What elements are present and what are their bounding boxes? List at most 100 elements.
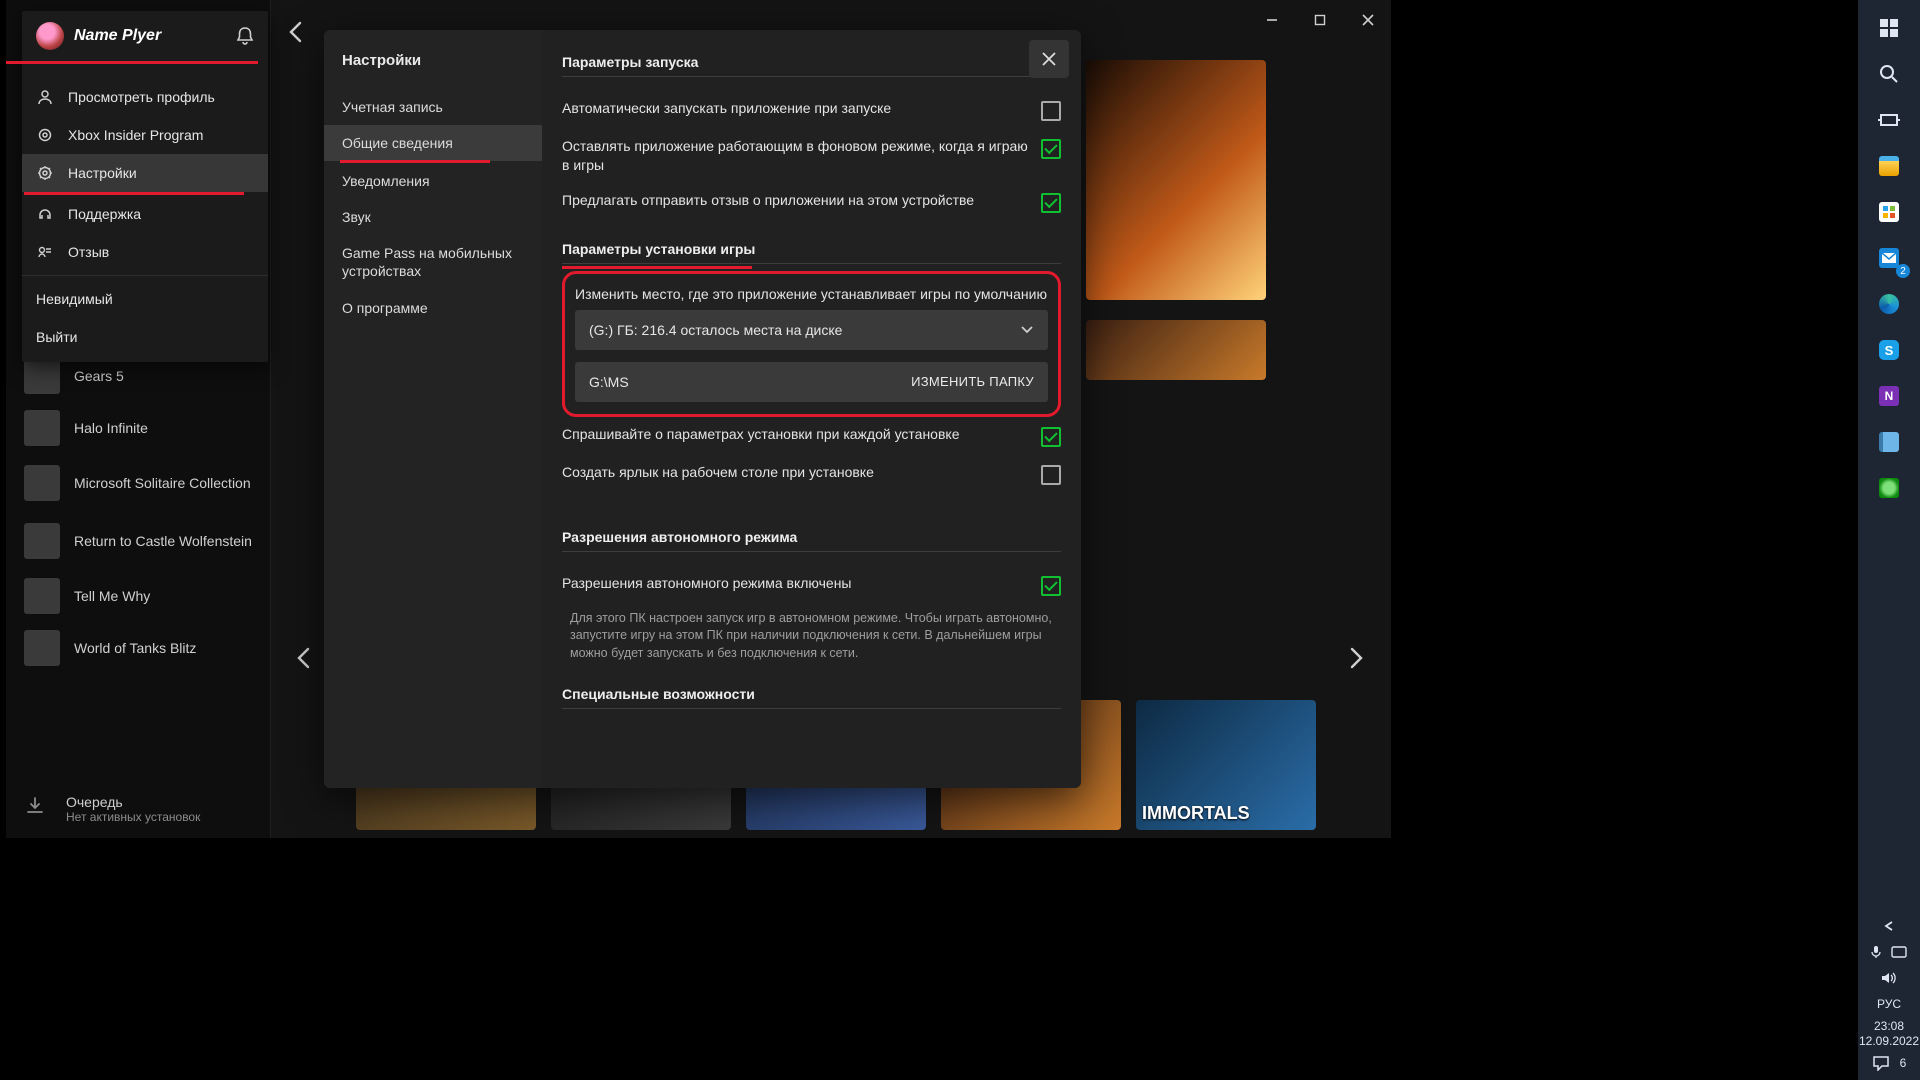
settings-tab-notifications[interactable]: Уведомления [324,163,542,199]
game-thumb [24,465,60,501]
profile-header[interactable]: Name Plyer [22,11,268,61]
settings-tab-about[interactable]: О программе [324,290,542,326]
window-close-button[interactable] [1345,0,1391,40]
sidebar-game-item[interactable]: Microsoft Solitaire Collection [6,454,270,512]
tab-label: Game Pass на мобильных устройствах [342,245,512,279]
annotation-underline [562,266,752,269]
store-tile[interactable] [1086,60,1266,300]
profile-menu-view-profile[interactable]: Просмотреть профиль [22,78,268,116]
taskbar-mail[interactable]: 2 [1866,236,1912,280]
game-label: Halo Infinite [74,420,148,436]
annotation-underline [6,61,258,64]
checkbox-ask-install[interactable] [1041,427,1061,447]
badge-count: 6 [1900,1056,1907,1070]
profile-menu-status[interactable]: Невидимый [22,280,268,318]
bell-icon[interactable] [236,26,254,46]
divider [562,76,1061,77]
taskbar-explorer[interactable] [1866,144,1912,188]
sidebar-game-item[interactable]: World of Tanks Blitz [6,622,270,674]
game-label: Microsoft Solitaire Collection [74,475,251,491]
menu-item-label: Xbox Insider Program [68,127,203,143]
checkbox-background[interactable] [1041,139,1061,159]
task-view-button[interactable] [1866,98,1912,142]
checkbox-feedback[interactable] [1041,193,1061,213]
checkbox-autostart[interactable] [1041,101,1061,121]
store-tile[interactable]: IMMORTALS [1136,700,1316,830]
select-value: (G:) ГБ: 216.4 осталось места на диске [589,322,842,338]
taskbar-onenote[interactable]: N [1866,374,1912,418]
tray-clock[interactable]: 23:08 12.09.2022 [1859,1019,1919,1048]
sidebar-game-item[interactable]: Tell Me Why [6,570,270,622]
person-icon [36,88,54,106]
touch-keyboard-icon [1891,946,1907,958]
game-thumb [24,578,60,614]
divider [562,263,1061,264]
install-path-row: G:\MS ИЗМЕНИТЬ ПАПКУ [575,362,1048,402]
profile-menu-settings[interactable]: Настройки [22,154,268,192]
taskbar-edge[interactable] [1866,282,1912,326]
xbox-app-window: IMMORTALS Gears 5 Halo Infinite Microsof… [6,0,1391,838]
checkbox-shortcut[interactable] [1041,465,1061,485]
carousel-prev-button[interactable] [285,640,321,676]
tray-volume[interactable] [1858,967,1920,989]
chevron-down-icon [1020,325,1034,335]
tab-label: Уведомления [342,173,430,189]
setting-label: Оставлять приложение работающим в фоново… [562,137,1029,175]
menu-item-label: Выйти [36,329,77,345]
sidebar-game-item[interactable]: Return to Castle Wolfenstein [6,512,270,570]
settings-modal: Настройки Учетная запись Общие сведения … [324,30,1081,788]
game-thumb [24,410,60,446]
start-button[interactable] [1866,6,1912,50]
settings-tab-sound[interactable]: Звук [324,199,542,235]
carousel-next-button[interactable] [1339,640,1375,676]
setting-row: Создать ярлык на рабочем столе при устан… [562,455,1061,493]
back-button[interactable] [286,20,314,48]
tray-date: 12.09.2022 [1859,1034,1919,1048]
setting-label: Разрешения автономного режима включены [562,574,1029,593]
profile-menu-support[interactable]: Поддержка [22,195,268,233]
tray-action-center[interactable]: 6 [1858,1052,1920,1074]
taskbar-notepad[interactable] [1866,420,1912,464]
tray-language[interactable]: РУС [1858,993,1920,1015]
setting-row: Спрашивайте о параметрах установки при к… [562,417,1061,455]
taskbar-store[interactable] [1866,190,1912,234]
sidebar-game-item[interactable]: Halo Infinite [6,402,270,454]
modal-title: Настройки [342,52,524,69]
profile-menu-signout[interactable]: Выйти [22,318,268,356]
settings-tab-account[interactable]: Учетная запись [324,89,542,125]
setting-row: Автоматически запускать приложение при з… [562,91,1061,129]
checkbox-offline[interactable] [1041,576,1061,596]
store-tile[interactable] [1086,320,1266,380]
profile-menu-feedback[interactable]: Отзыв [22,233,268,271]
setting-row: Оставлять приложение работающим в фоново… [562,129,1061,183]
taskbar-xbox[interactable] [1866,466,1912,510]
setting-label: Автоматически запускать приложение при з… [562,99,1029,118]
tray-mic-keyboard[interactable] [1858,941,1920,963]
profile-menu-xbox-insider[interactable]: Xbox Insider Program [22,116,268,154]
queue-status[interactable]: Очередь Нет активных установок [6,794,218,824]
install-drive-select[interactable]: (G:) ГБ: 216.4 осталось места на диске [575,310,1048,350]
feedback-icon [36,243,54,261]
game-thumb [24,523,60,559]
modal-close-button[interactable] [1029,40,1069,78]
menu-item-label: Настройки [68,165,137,181]
download-icon [24,795,52,823]
taskbar-skype[interactable]: S [1866,328,1912,372]
install-location-label: Изменить место, где это приложение устан… [575,286,1048,302]
window-minimize-button[interactable] [1249,0,1295,40]
settings-tab-gamepass-mobile[interactable]: Game Pass на мобильных устройствах [324,235,542,290]
window-controls [1249,0,1391,40]
annotation-highlight-box: Изменить место, где это приложение устан… [562,271,1061,417]
settings-tab-general[interactable]: Общие сведения [324,125,542,161]
game-label: Gears 5 [74,368,124,384]
queue-title: Очередь [66,794,200,810]
settings-tabs: Настройки Учетная запись Общие сведения … [324,30,542,788]
menu-item-label: Поддержка [68,206,141,222]
headset-icon [36,205,54,223]
change-folder-button[interactable]: ИЗМЕНИТЬ ПАПКУ [911,374,1034,389]
tray-expand-button[interactable] [1858,915,1920,937]
search-button[interactable] [1866,52,1912,96]
profile-menu: Name Plyer Просмотреть профиль Xbox Insi… [22,11,268,362]
window-maximize-button[interactable] [1297,0,1343,40]
menu-item-label: Просмотреть профиль [68,89,215,105]
